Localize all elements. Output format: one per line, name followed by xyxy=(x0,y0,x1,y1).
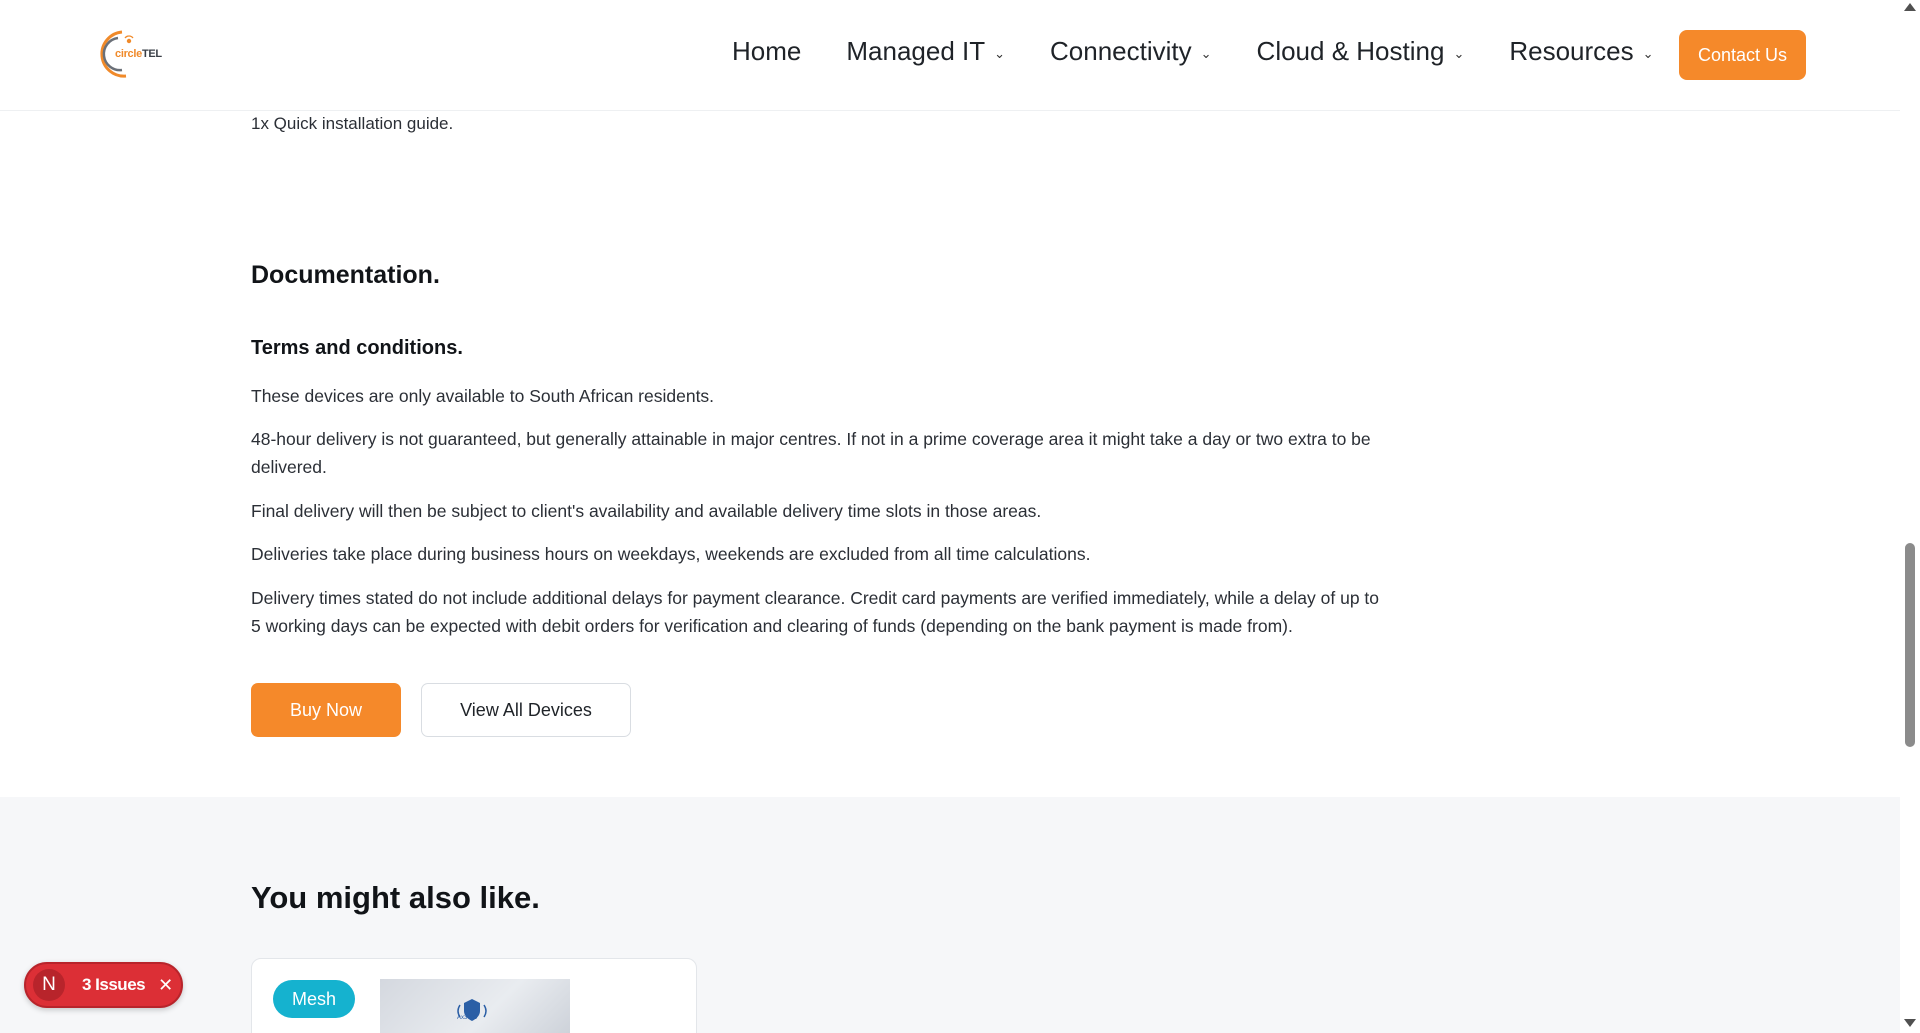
logo-text-circle: circle xyxy=(115,48,142,60)
nav-cloud-hosting[interactable]: Cloud & Hosting ⌄ xyxy=(1257,36,1465,67)
circletel-logo[interactable]: circleTEL xyxy=(96,26,168,82)
logo-wordmark: circleTEL xyxy=(115,48,162,60)
nav-home[interactable]: Home xyxy=(732,36,801,67)
terms-paragraph: Delivery times stated do not include add… xyxy=(251,588,1380,636)
nav-connectivity-label: Connectivity xyxy=(1050,36,1192,66)
related-heading: You might also like. xyxy=(251,880,540,915)
terms-paragraph: Deliveries take place during business ho… xyxy=(251,544,1091,564)
logo-text-tel: TEL xyxy=(141,48,162,60)
issues-indicator[interactable]: N 3 Issues ✕ xyxy=(24,962,183,1008)
scroll-up-arrow-icon[interactable] xyxy=(1904,3,1916,11)
vertical-scrollbar[interactable] xyxy=(1900,0,1920,1033)
chevron-down-icon: ⌄ xyxy=(1453,45,1465,61)
site-header: circleTEL Home Managed IT ⌄ Connectivity… xyxy=(0,0,1900,111)
nextjs-icon: N xyxy=(33,969,65,1001)
product-image-caption: Ax3000 xyxy=(457,1015,478,1021)
nav-home-label: Home xyxy=(732,36,802,66)
nav-managed-it[interactable]: Managed IT ⌄ xyxy=(846,36,1005,67)
view-all-devices-button[interactable]: View All Devices xyxy=(421,683,631,737)
terms-heading: Terms and conditions. xyxy=(251,337,463,359)
chevron-down-icon: ⌄ xyxy=(1642,45,1654,61)
product-card[interactable]: Mesh Ax3000 xyxy=(251,958,697,1033)
buy-now-button[interactable]: Buy Now xyxy=(251,683,401,737)
included-item-text: 1x Quick installation guide. xyxy=(251,114,454,133)
product-image: Ax3000 xyxy=(380,979,570,1033)
nav-cloud-hosting-label: Cloud & Hosting xyxy=(1256,36,1445,66)
main-nav: Home Managed IT ⌄ Connectivity ⌄ Cloud &… xyxy=(732,36,1699,67)
terms-paragraph: 48-hour delivery is not guaranteed, but … xyxy=(251,429,1371,477)
page: circleTEL Home Managed IT ⌄ Connectivity… xyxy=(0,0,1920,1033)
nav-resources[interactable]: Resources ⌄ xyxy=(1509,36,1653,67)
terms-paragraph: These devices are only available to Sout… xyxy=(251,386,715,406)
documentation-heading: Documentation. xyxy=(251,261,440,289)
issues-count-label: 3 Issues xyxy=(82,975,146,994)
scroll-down-arrow-icon[interactable] xyxy=(1904,1019,1916,1027)
close-icon[interactable]: ✕ xyxy=(158,975,173,996)
nav-managed-it-label: Managed IT xyxy=(846,36,986,66)
chevron-down-icon: ⌄ xyxy=(1200,45,1212,61)
chevron-down-icon: ⌄ xyxy=(994,45,1006,61)
nav-resources-label: Resources xyxy=(1509,36,1634,66)
nav-connectivity[interactable]: Connectivity ⌄ xyxy=(1050,36,1212,67)
scrollbar-thumb[interactable] xyxy=(1905,543,1915,747)
category-badge: Mesh xyxy=(273,980,355,1018)
terms-paragraph: Final delivery will then be subject to c… xyxy=(251,501,1042,521)
contact-us-button[interactable]: Contact Us xyxy=(1679,30,1806,80)
